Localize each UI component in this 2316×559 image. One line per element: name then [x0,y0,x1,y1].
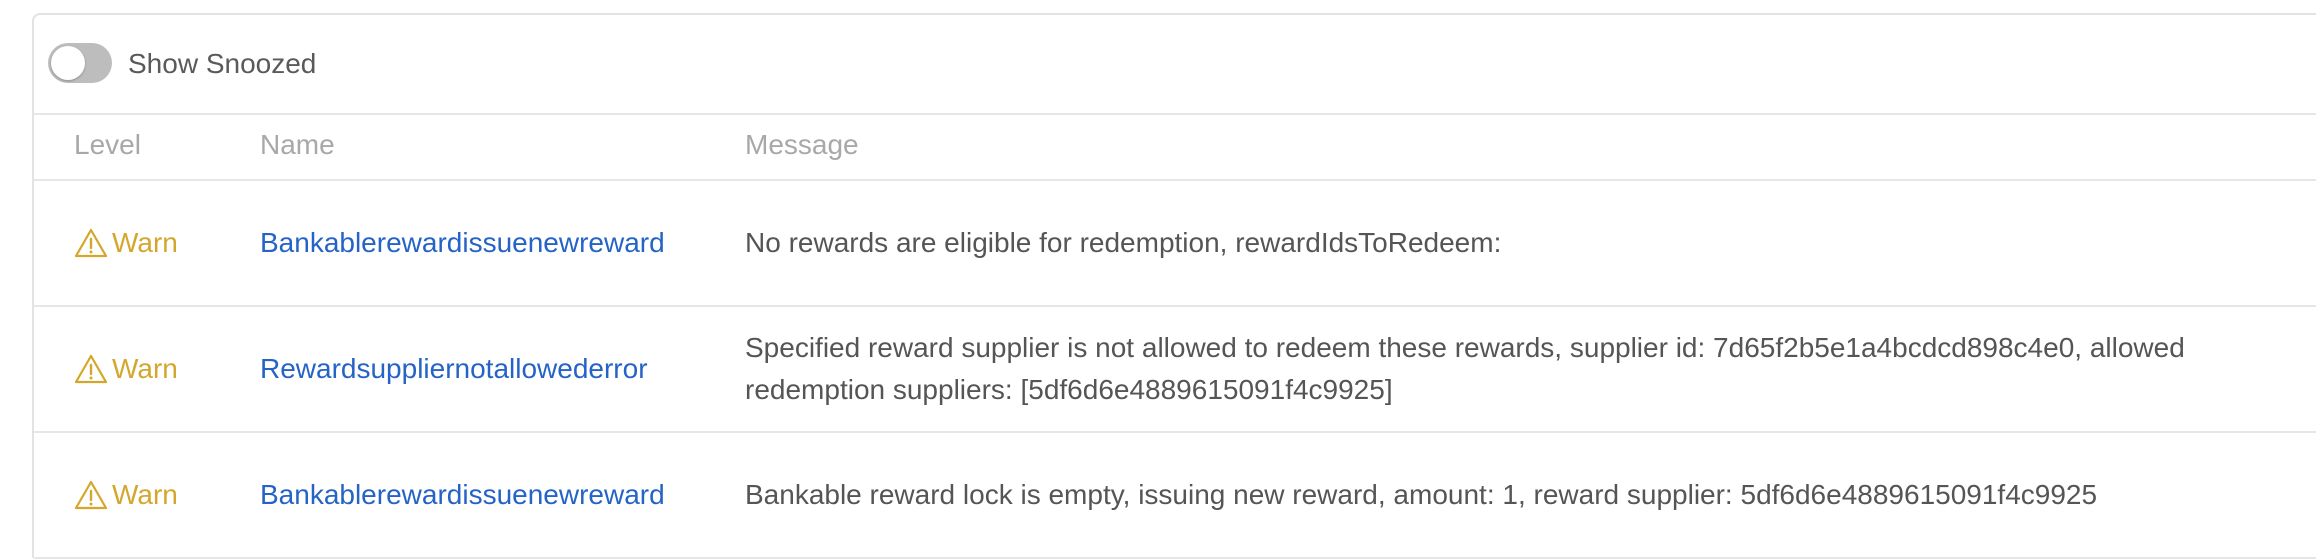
level-label: Warn [112,227,178,258]
message-cell: Specified reward supplier is not allowed… [745,307,2292,431]
level-cell: Warn [74,181,178,305]
alerts-panel: Show Snoozed Level Name Message Warn Ban… [32,13,2316,559]
message-cell: Bankable reward lock is empty, issuing n… [745,433,2292,557]
name-cell: Bankablerewardissuenewreward [260,181,665,305]
name-cell: Bankablerewardissuenewreward [260,433,665,557]
level-cell: Warn [74,433,178,557]
name-cell: Rewardsuppliernotallowederror [260,307,648,431]
warning-triangle-icon [74,480,108,510]
warning-triangle-icon [74,354,108,384]
level-cell: Warn [74,307,178,431]
header-message: Message [745,129,859,160]
header-level: Level [74,129,141,160]
alert-name-link[interactable]: Bankablerewardissuenewreward [260,227,665,259]
message-cell: No rewards are eligible for redemption, … [745,181,2292,305]
table-row: Warn Bankablerewardissuenewreward No rew… [34,181,2316,307]
level-label: Warn [112,353,178,384]
table-header: Level Name Message [34,113,2316,181]
level-label: Warn [112,479,178,510]
message-text: No rewards are eligible for redemption, … [745,227,1502,258]
show-snoozed-label: Show Snoozed [128,48,317,79]
warning-triangle-icon [74,228,108,258]
toolbar: Show Snoozed [34,15,2316,115]
show-snoozed-toggle[interactable] [48,43,112,83]
table-row: Warn Rewardsuppliernotallowederror Speci… [34,307,2316,433]
message-text: Specified reward supplier is not allowed… [745,332,2185,405]
alerts-table: Level Name Message Warn Bankablerewardis… [34,113,2316,559]
toggle-knob [51,46,85,80]
alert-name-link[interactable]: Rewardsuppliernotallowederror [260,353,648,385]
message-text: Bankable reward lock is empty, issuing n… [745,479,2098,510]
table-row: Warn Bankablerewardissuenewreward Bankab… [34,433,2316,559]
header-name: Name [260,129,335,160]
alert-name-link[interactable]: Bankablerewardissuenewreward [260,479,665,511]
